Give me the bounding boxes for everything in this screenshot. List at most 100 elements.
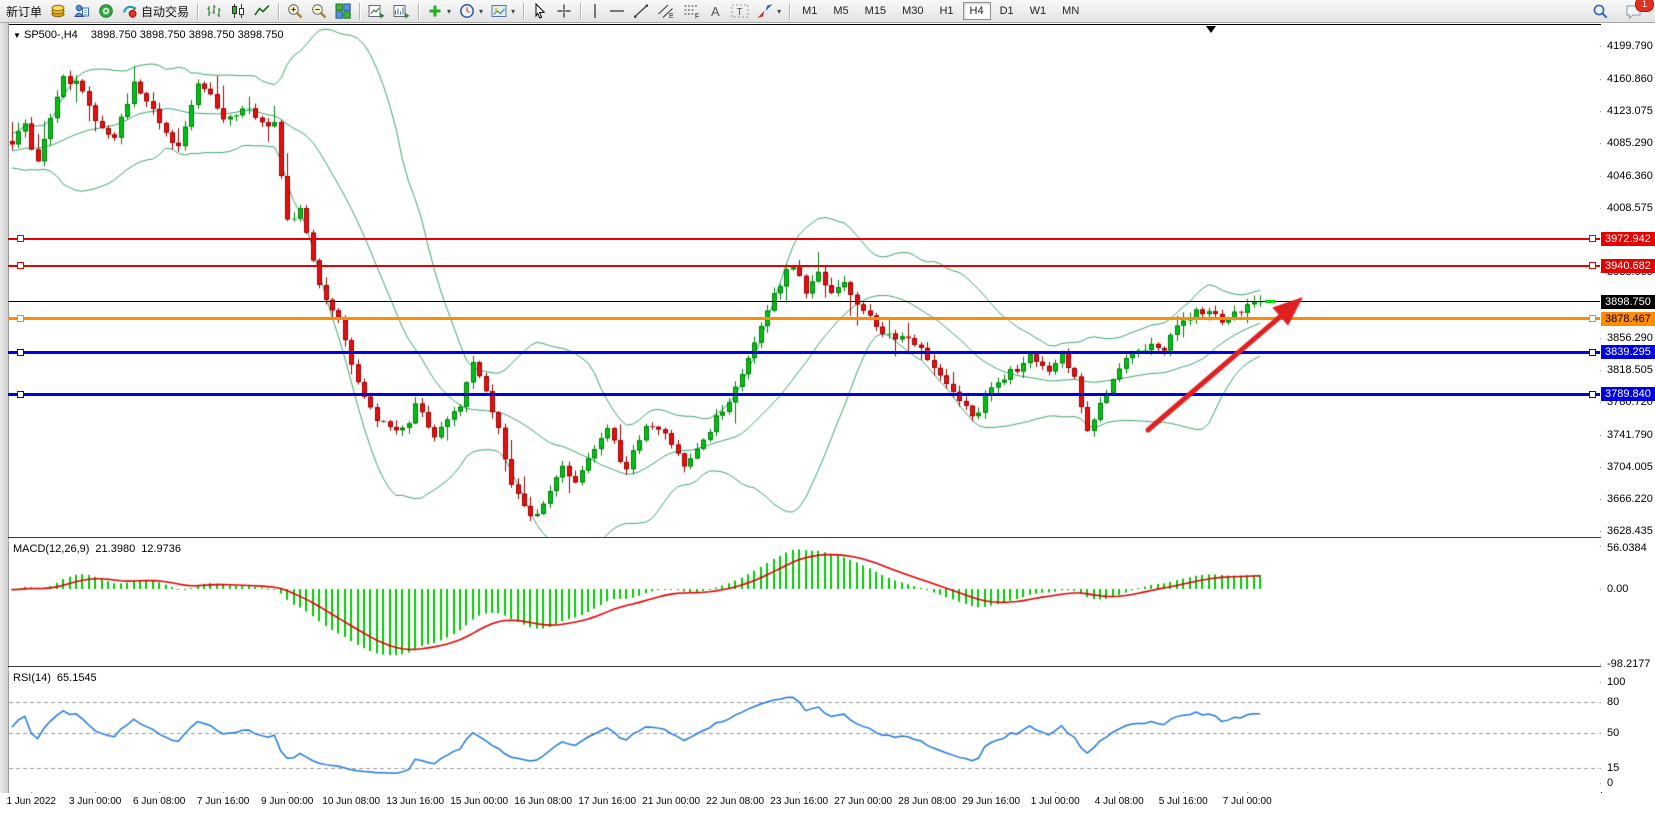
gold-coins-button[interactable] — [46, 1, 70, 22]
resistance-3940-handle[interactable] — [1589, 262, 1596, 269]
signal-icon — [98, 3, 114, 19]
timeframe-mn-button[interactable]: MN — [1055, 2, 1086, 20]
zoom-out-button[interactable] — [307, 1, 331, 22]
toolbar-buttons: 新订单 自动交易 ▾ ▾ ▾ EFA T ▾ — [2, 0, 794, 22]
support-3878-line[interactable] — [8, 317, 1600, 320]
signal-button[interactable] — [94, 1, 118, 22]
trendline-icon — [633, 3, 649, 19]
resistance-3940-line[interactable] — [8, 265, 1600, 267]
crosshair-button[interactable] — [552, 1, 576, 22]
support-3878-handle[interactable] — [17, 315, 24, 322]
support-3839-handle[interactable] — [1589, 349, 1596, 356]
toolbar-separator — [580, 3, 581, 20]
chart-title: ▼ SP500-,H4 3898.750 3898.750 3898.750 3… — [13, 29, 284, 41]
dropdown-arrow-icon[interactable]: ▾ — [511, 7, 515, 16]
time-axis[interactable]: 1 Jun 20223 Jun 00:006 Jun 08:007 Jun 16… — [0, 793, 1655, 815]
support-3839-line[interactable] — [8, 351, 1600, 354]
macd-tick-label: 56.0384 — [1607, 542, 1647, 554]
price-tick-label: 3704.005 — [1607, 461, 1653, 473]
timeframe-w1-button[interactable]: W1 — [1023, 2, 1054, 20]
macd-tick-label: -98.2177 — [1607, 658, 1650, 670]
dropdown-arrow-icon[interactable]: ▾ — [777, 7, 781, 16]
notification-badge: 1 — [1635, 0, 1654, 12]
rsi-panel-separator[interactable] — [8, 666, 1601, 667]
templates-button[interactable]: ▾ — [487, 1, 519, 22]
support-3789-price-label: 3789.840 — [1601, 387, 1655, 401]
vertical-line-button[interactable] — [585, 1, 605, 22]
support-3789-handle[interactable] — [1589, 391, 1596, 398]
cursor-icon — [532, 3, 548, 19]
resistance-3972-line[interactable] — [8, 238, 1600, 240]
fibonacci-button[interactable]: F — [679, 1, 705, 22]
svg-text:E: E — [669, 13, 674, 19]
resistance-3940-handle[interactable] — [17, 262, 24, 269]
price-axis[interactable]: 4199.7904160.8604123.0754085.2904046.360… — [1601, 24, 1655, 792]
rsi-tick-label: 100 — [1607, 676, 1625, 688]
toolbar-separator — [523, 3, 524, 20]
price-tick-label: 4008.575 — [1607, 202, 1653, 214]
plus-icon — [427, 3, 443, 19]
symbol-period-label: SP500-,H4 — [24, 29, 78, 41]
one-click-trading-icon[interactable]: ▼ — [13, 31, 21, 40]
search-button[interactable] — [1588, 1, 1613, 22]
separator-highlight — [8, 540, 1601, 541]
arrows-button[interactable]: ▾ — [753, 1, 785, 22]
rsi-tick-label: 0 — [1607, 777, 1613, 789]
equidistant-channel-button[interactable]: E — [653, 1, 679, 22]
profiles-button[interactable] — [389, 1, 414, 22]
dropdown-arrow-icon[interactable]: ▾ — [447, 7, 451, 16]
line-chart-icon — [254, 3, 270, 19]
new-chart-button[interactable] — [364, 1, 389, 22]
price-tick-label: 3856.290 — [1607, 332, 1653, 344]
new-chart-icon — [368, 3, 385, 19]
periods-button[interactable]: ▾ — [455, 1, 487, 22]
support-3789-handle[interactable] — [17, 391, 24, 398]
zoom-in-button[interactable] — [283, 1, 307, 22]
price-tick-label: 4123.075 — [1607, 105, 1653, 117]
timeframe-m1-button[interactable]: M1 — [795, 2, 824, 20]
search-icon — [1592, 3, 1609, 20]
current-price-line[interactable] — [8, 301, 1600, 302]
candlestick-chart-button[interactable] — [226, 1, 250, 22]
support-3878-price-label: 3878.467 — [1601, 312, 1655, 326]
trader-profile-button[interactable] — [70, 1, 94, 22]
price-tick-label: 4160.860 — [1607, 73, 1653, 85]
tile-windows-button[interactable] — [331, 1, 355, 22]
support-3839-price-label: 3839.295 — [1601, 345, 1655, 359]
dropdown-arrow-icon[interactable]: ▾ — [479, 7, 483, 16]
crosshair-icon — [556, 3, 572, 19]
timeframe-m30-button[interactable]: M30 — [895, 2, 930, 20]
price-tick-label: 4199.790 — [1607, 40, 1653, 52]
text-button[interactable]: A — [705, 1, 727, 22]
alerts-button[interactable]: 1 — [1621, 1, 1647, 22]
macd-panel-separator[interactable] — [8, 537, 1601, 538]
text-label-button[interactable]: T — [727, 1, 753, 22]
indicators-button[interactable]: ▾ — [423, 1, 455, 22]
new-order-button[interactable]: 新订单 — [2, 1, 46, 22]
support-3789-line[interactable] — [8, 393, 1600, 396]
support-3878-handle[interactable] — [1589, 315, 1596, 322]
quote-values: 3898.750 3898.750 3898.750 3898.750 — [91, 29, 284, 41]
timeframe-h4-button[interactable]: H4 — [963, 2, 991, 20]
timeframe-m15-button[interactable]: M15 — [858, 2, 893, 20]
resistance-3972-handle[interactable] — [17, 235, 24, 242]
support-3839-handle[interactable] — [17, 349, 24, 356]
price-tick-label: 3628.435 — [1607, 525, 1653, 537]
svg-text:T: T — [737, 7, 743, 18]
horizontal-line-button[interactable] — [605, 1, 629, 22]
cursor-button[interactable] — [528, 1, 552, 22]
svg-text:A: A — [711, 4, 720, 19]
timeframe-h1-button[interactable]: H1 — [932, 2, 960, 20]
trendline-button[interactable] — [629, 1, 653, 22]
rsi-indicator-label: RSI(14)65.1545 — [13, 672, 103, 684]
timeframe-m5-button[interactable]: M5 — [826, 2, 855, 20]
line-chart-button[interactable] — [250, 1, 274, 22]
chart-shift-marker-icon[interactable] — [1206, 26, 1216, 33]
chart-plot-canvas[interactable] — [0, 0, 1655, 815]
resistance-3972-handle[interactable] — [1589, 235, 1596, 242]
auto-trading-icon — [122, 3, 138, 19]
bar-chart-button[interactable] — [202, 1, 226, 22]
timeframe-d1-button[interactable]: D1 — [993, 2, 1021, 20]
separator-highlight — [8, 669, 1601, 670]
auto-trading-button[interactable]: 自动交易 — [118, 1, 193, 22]
